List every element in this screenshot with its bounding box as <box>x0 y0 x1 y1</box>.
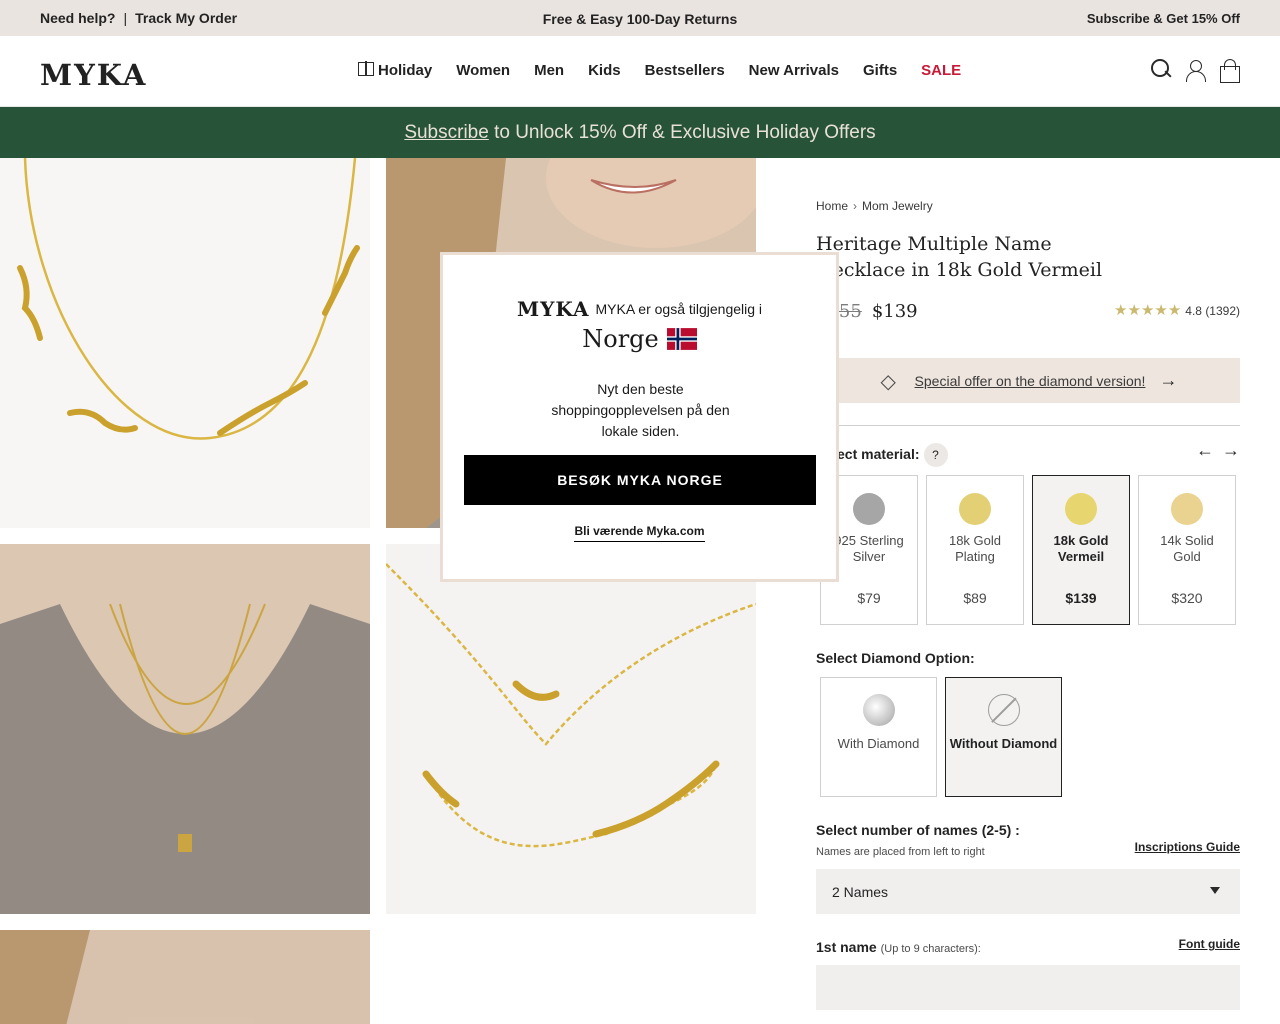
stay-link-wrap: Bli værende Myka.com <box>443 524 836 542</box>
modal-country-name: Norge <box>582 325 659 353</box>
modal-available-text: MYKA er også tilgjengelig i <box>595 301 763 317</box>
modal-body-text: Nyt den beste shoppingopplevelsen på den… <box>551 381 730 439</box>
visit-norway-button[interactable]: BESØK MYKA NORGE <box>464 455 816 505</box>
modal-country: Norge <box>443 325 836 353</box>
stay-on-myka-link[interactable]: Bli værende Myka.com <box>574 524 705 542</box>
norway-flag-icon <box>666 328 697 350</box>
modal-header: MYKA MYKA er også tilgjengelig i <box>443 297 836 321</box>
modal-logo: MYKA <box>516 297 590 321</box>
country-modal: MYKA MYKA er også tilgjengelig i Norge N… <box>440 252 839 582</box>
